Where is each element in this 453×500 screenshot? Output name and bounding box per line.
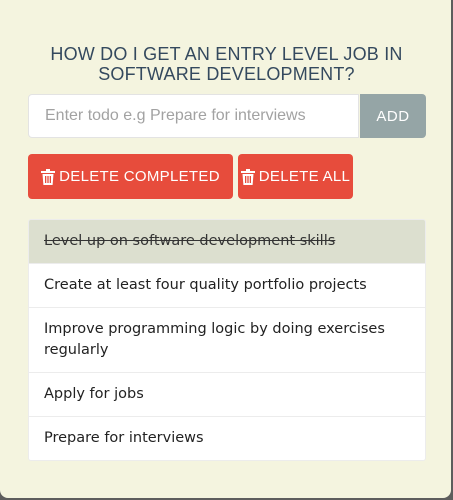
page-title-line-1: HOW DO I GET AN ENTRY LEVEL JOB IN	[50, 44, 403, 64]
todo-input[interactable]	[28, 94, 359, 138]
todo-list: Level up on software development skills …	[28, 219, 426, 461]
todo-card: HOW DO I GET AN ENTRY LEVEL JOB IN SOFTW…	[0, 0, 451, 498]
todo-item[interactable]: Prepare for interviews	[28, 417, 426, 461]
page-title-line-2: SOFTWARE DEVELOPMENT?	[98, 64, 355, 84]
todo-item[interactable]: Level up on software development skills	[28, 219, 426, 264]
delete-all-button[interactable]: DELETE ALL	[238, 154, 353, 199]
add-button[interactable]: ADD	[360, 94, 426, 138]
delete-completed-label: DELETE COMPLETED	[59, 168, 220, 185]
add-todo-form: ADD	[28, 94, 426, 138]
delete-completed-button[interactable]: DELETE COMPLETED	[28, 154, 233, 199]
todo-item[interactable]: Improve programming logic by doing exerc…	[28, 308, 426, 373]
trash-icon	[41, 168, 56, 185]
todo-item[interactable]: Create at least four quality portfolio p…	[28, 264, 426, 308]
delete-all-label: DELETE ALL	[258, 168, 351, 185]
trash-icon	[240, 168, 255, 185]
page-title: HOW DO I GET AN ENTRY LEVEL JOB IN SOFTW…	[0, 44, 453, 84]
todo-item[interactable]: Apply for jobs	[28, 373, 426, 417]
